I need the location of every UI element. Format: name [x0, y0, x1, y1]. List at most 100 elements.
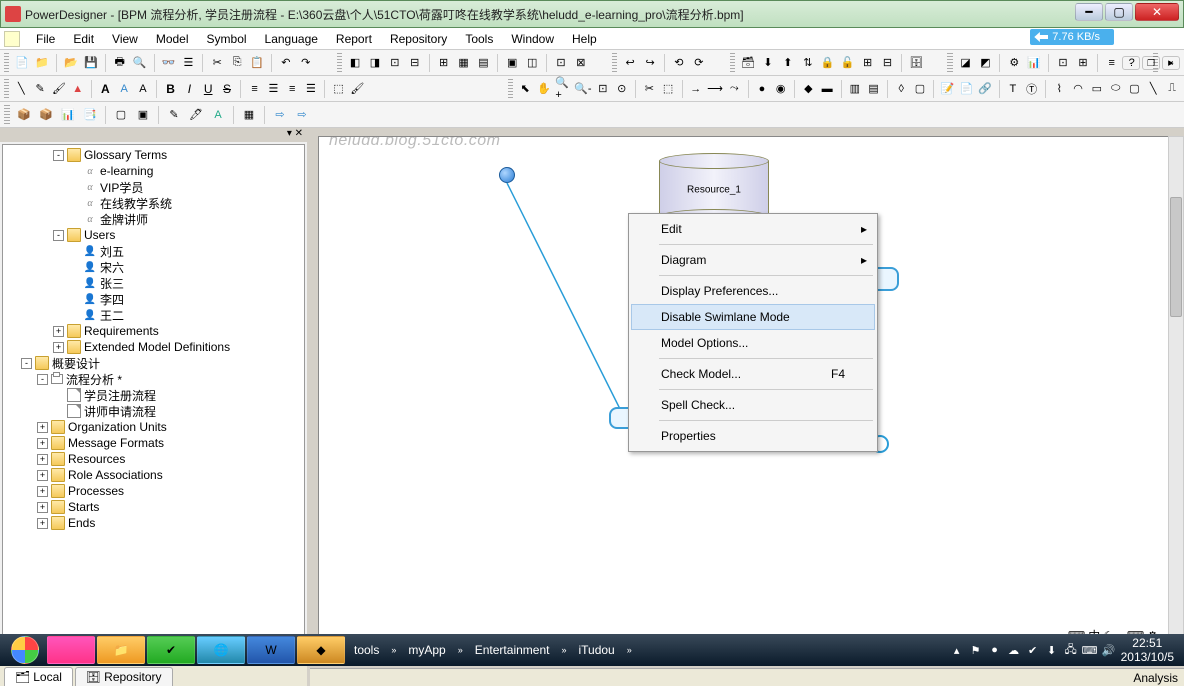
chevron-icon[interactable]: » [458, 645, 463, 655]
tool-icon[interactable]: 📑 [80, 105, 100, 125]
tool-icon[interactable]: ◧ [346, 53, 364, 73]
mdi-minimize-button[interactable]: - [1122, 56, 1140, 70]
tree-row[interactable]: 👤张三 [5, 275, 302, 291]
start-icon[interactable]: ● [754, 79, 771, 99]
zoom-out-icon[interactable]: 🔍- [573, 79, 592, 99]
start-node[interactable] [499, 167, 515, 183]
menu-language[interactable]: Language [257, 30, 326, 48]
menu-file[interactable]: File [28, 30, 63, 48]
repo-icon[interactable]: ⬇ [759, 53, 777, 73]
tree-row[interactable]: 👤刘五 [5, 243, 302, 259]
select-icon[interactable]: ⬚ [660, 79, 677, 99]
tree-row[interactable]: -Users [5, 227, 302, 243]
tray-icon[interactable]: ⚑ [969, 643, 983, 657]
tree-row[interactable]: -概要设计 [5, 355, 302, 371]
align-justify-icon[interactable]: ☰ [303, 79, 320, 99]
arc-icon[interactable]: ◠ [1070, 79, 1087, 99]
taskbar-app[interactable]: ✔ [147, 636, 195, 664]
pencil-icon[interactable]: ✎ [32, 79, 49, 99]
align-left-icon[interactable]: ≡ [246, 79, 263, 99]
tool-icon[interactable]: 📦 [36, 105, 56, 125]
line-icon[interactable]: ╲ [1145, 79, 1162, 99]
tool-icon[interactable]: ✎ [164, 105, 184, 125]
tree-row[interactable]: 👤宋六 [5, 259, 302, 275]
menu-symbol[interactable]: Symbol [199, 30, 255, 48]
mdi-restore-button[interactable]: ❐ [1142, 56, 1160, 70]
font-color-icon[interactable]: A [116, 79, 133, 99]
close-button[interactable]: ✕ [1135, 3, 1179, 21]
tool-icon[interactable]: ⊡ [552, 53, 570, 73]
tree-row[interactable]: -流程分析 * [5, 371, 302, 387]
tree-toggle[interactable]: + [37, 422, 48, 433]
sync-icon[interactable]: ▬ [819, 79, 836, 99]
tool-icon[interactable]: ↩ [621, 53, 639, 73]
tree-toggle[interactable]: + [37, 454, 48, 465]
taskbar-app[interactable] [47, 636, 95, 664]
minimize-button[interactable]: ━ [1075, 3, 1103, 21]
align-right-icon[interactable]: ≡ [284, 79, 301, 99]
italic-icon[interactable]: I [181, 79, 198, 99]
tool-icon[interactable]: ⚙ [1005, 53, 1023, 73]
tree-toggle[interactable]: - [53, 230, 64, 241]
menu-edit[interactable]: Edit [65, 30, 102, 48]
tool-icon[interactable]: ▤ [474, 53, 492, 73]
tool-icon[interactable]: A [208, 105, 228, 125]
tray-icon[interactable]: ⌨ [1083, 643, 1097, 657]
taskbar-app[interactable]: 📁 [97, 636, 145, 664]
note-icon[interactable]: 📝 [939, 79, 956, 99]
format-painter-icon[interactable]: 🖌 [349, 79, 366, 99]
menu-model[interactable]: Model [148, 30, 197, 48]
taskbar-app-powerdesigner[interactable]: ◆ [297, 636, 345, 664]
tree-row[interactable]: αe-learning [5, 163, 302, 179]
hand-icon[interactable]: ✋ [536, 79, 553, 99]
save-icon[interactable]: 💾 [82, 53, 100, 73]
tool-icon[interactable]: ⇨ [270, 105, 290, 125]
tree-row[interactable]: +Processes [5, 483, 302, 499]
line-icon[interactable]: ╲ [13, 79, 30, 99]
repo-icon[interactable]: ⊟ [879, 53, 897, 73]
connector-icon[interactable]: ⟶ [706, 79, 724, 99]
maximize-button[interactable]: ▢ [1105, 3, 1133, 21]
fill-icon[interactable]: ▲ [69, 79, 86, 99]
tool-icon[interactable]: ⟳ [690, 53, 708, 73]
tool-icon[interactable]: 📊 [58, 105, 78, 125]
tree-row[interactable]: 讲师申请流程 [5, 403, 302, 419]
file-icon[interactable]: 📄 [958, 79, 975, 99]
tool-icon[interactable]: ⊠ [572, 53, 590, 73]
tree-row[interactable]: +Ends [5, 515, 302, 531]
title-icon[interactable]: Ⓣ [1023, 79, 1040, 99]
ctx-display-preferences[interactable]: Display Preferences... [631, 278, 875, 304]
repo-icon[interactable]: 🔒 [819, 53, 837, 73]
tree-row[interactable]: αVIP学员 [5, 179, 302, 195]
tree-toggle[interactable]: + [53, 326, 64, 337]
connector-icon[interactable]: → [687, 79, 704, 99]
ctx-edit[interactable]: Edit▸ [631, 216, 875, 242]
tray-icon[interactable]: ⬇ [1045, 643, 1059, 657]
project-icon[interactable]: 📁 [33, 53, 51, 73]
font-size-icon[interactable]: A [135, 79, 152, 99]
tree-row[interactable]: +Resources [5, 451, 302, 467]
tool-icon[interactable]: ⊡ [1054, 53, 1072, 73]
shape-icon[interactable]: ▢ [912, 79, 929, 99]
tree-row[interactable]: 👤李四 [5, 291, 302, 307]
tree-toggle[interactable]: - [21, 358, 32, 369]
decision-icon[interactable]: ◆ [800, 79, 817, 99]
repo-icon[interactable]: 🔓 [839, 53, 857, 73]
tree-toggle[interactable]: + [37, 502, 48, 513]
menu-report[interactable]: Report [328, 30, 380, 48]
menu-view[interactable]: View [104, 30, 146, 48]
tool-icon[interactable]: ⊡ [386, 53, 404, 73]
toolbar-handle[interactable] [337, 53, 342, 73]
toolbar-handle[interactable] [947, 53, 952, 73]
new-icon[interactable]: 📄 [13, 53, 31, 73]
ctx-disable-swimlane[interactable]: Disable Swimlane Mode [631, 304, 875, 330]
start-button[interactable] [4, 634, 46, 666]
properties-icon[interactable]: ☰ [179, 53, 197, 73]
undo-icon[interactable]: ↶ [277, 53, 295, 73]
tool-icon[interactable]: ◩ [977, 53, 995, 73]
paste-icon[interactable]: 📋 [248, 53, 266, 73]
tray-icon[interactable]: ☁ [1007, 643, 1021, 657]
preview-icon[interactable]: 🔍 [131, 53, 149, 73]
db-icon[interactable]: 🗄 [907, 53, 925, 73]
ctx-model-options[interactable]: Model Options... [631, 330, 875, 356]
